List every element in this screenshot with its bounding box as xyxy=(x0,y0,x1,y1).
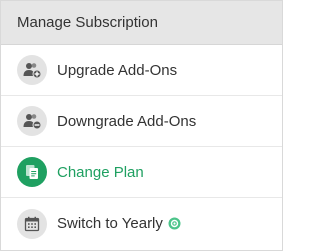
manage-subscription-panel: Manage Subscription Upgrade Add-Ons Down… xyxy=(0,0,283,251)
menu-item-label: Switch to Yearly xyxy=(57,215,163,232)
users-plus-icon xyxy=(17,55,47,85)
users-minus-icon xyxy=(17,106,47,136)
copy-documents-icon xyxy=(17,157,47,187)
menu-item-label: Upgrade Add-Ons xyxy=(57,61,178,79)
menu-item-label: Change Plan xyxy=(57,163,144,181)
menu-item-switch-to-yearly[interactable]: Switch to Yearly xyxy=(1,198,282,249)
menu-item-downgrade-add-ons[interactable]: Downgrade Add-Ons xyxy=(1,96,282,147)
panel-title: Manage Subscription xyxy=(17,14,158,31)
refresh-badge-icon xyxy=(168,217,181,230)
menu-item-change-plan[interactable]: Change Plan xyxy=(1,147,282,198)
menu-item-upgrade-add-ons[interactable]: Upgrade Add-Ons xyxy=(1,45,282,96)
subscription-menu: Upgrade Add-Ons Downgrade Add-Ons Change… xyxy=(1,45,282,249)
panel-header: Manage Subscription xyxy=(1,1,282,45)
menu-item-label: Downgrade Add-Ons xyxy=(57,112,197,130)
calendar-icon xyxy=(17,208,47,239)
